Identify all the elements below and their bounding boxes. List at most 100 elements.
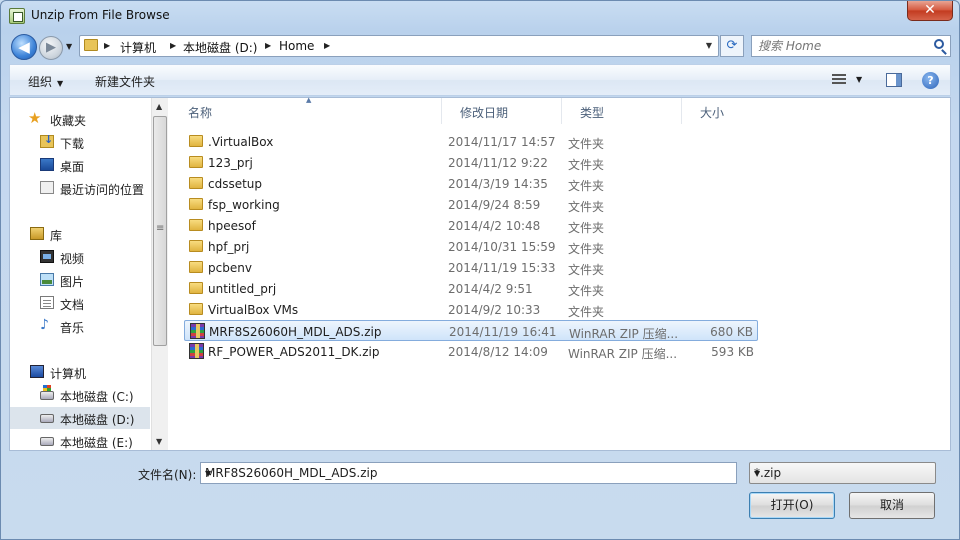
preview-pane-icon[interactable]	[886, 73, 902, 87]
scroll-down-icon[interactable]: ▼	[156, 437, 162, 446]
file-name: fsp_working	[208, 198, 280, 212]
file-name: hpeesof	[208, 219, 256, 233]
sidebar-item-label: 本地磁盘 (E:)	[60, 436, 133, 450]
sidebar-item-label: 本地磁盘 (C:)	[60, 390, 134, 404]
sidebar-item-label: 本地磁盘 (D:)	[60, 413, 135, 427]
file-name: 123_prj	[208, 156, 253, 170]
chevron-right-icon[interactable]: ▶	[104, 41, 110, 50]
cancel-button[interactable]: 取消	[849, 492, 935, 519]
list-item[interactable]: VirtualBox VMs 2014/9/2 10:33 文件夹	[184, 299, 758, 320]
file-type: 文件夹	[568, 200, 605, 214]
file-name: pcbenv	[208, 261, 252, 275]
file-type: WinRAR ZIP 压缩...	[568, 347, 678, 361]
file-name: MRF8S26060H_MDL_ADS.zip	[209, 325, 382, 339]
list-item[interactable]: hpf_prj 2014/10/31 15:59 文件夹	[184, 236, 758, 257]
drive-icon	[40, 414, 54, 423]
address-dropdown-icon[interactable]: ▼	[706, 41, 712, 50]
filename-label: 文件名(N):	[138, 468, 197, 482]
file-date: 2014/9/2 10:33	[448, 303, 541, 317]
folder-icon	[84, 39, 98, 51]
navigation-scrollbar[interactable]: ▲ ▼	[151, 98, 168, 450]
winrar-archive-icon	[189, 343, 204, 359]
new-folder-button[interactable]: 新建文件夹	[95, 73, 155, 90]
list-item[interactable]: untitled_prj 2014/4/2 9:51 文件夹	[184, 278, 758, 299]
sidebar-item-favorites[interactable]: ★ 收藏夹	[10, 108, 150, 130]
list-item[interactable]: fsp_working 2014/9/24 8:59 文件夹	[184, 194, 758, 215]
list-item[interactable]: hpeesof 2014/4/2 10:48 文件夹	[184, 215, 758, 236]
search-box[interactable]	[751, 35, 951, 57]
sidebar-item-music[interactable]: ♪ 音乐	[10, 315, 150, 337]
recent-locations-chevron-icon[interactable]: ▼	[66, 42, 72, 51]
chevron-right-icon[interactable]: ▶	[324, 41, 330, 50]
app-icon	[9, 8, 25, 24]
scroll-up-icon[interactable]: ▲	[156, 102, 162, 111]
downloads-folder-icon	[40, 133, 54, 148]
sidebar-item-drive-d[interactable]: 本地磁盘 (D:)	[10, 407, 150, 429]
chevron-down-icon[interactable]: ▼	[205, 469, 732, 478]
sidebar-item-desktop[interactable]: 桌面	[10, 154, 150, 176]
column-header-size[interactable]: 大小	[682, 98, 762, 124]
file-type: 文件夹	[568, 263, 605, 277]
list-item[interactable]: .VirtualBox 2014/11/17 14:57 文件夹	[184, 131, 758, 152]
folder-icon	[189, 303, 203, 315]
file-type: 文件夹	[568, 179, 605, 193]
sidebar-item-downloads[interactable]: 下载	[10, 131, 150, 153]
star-icon: ★	[28, 109, 42, 127]
forward-button[interactable]: ▶	[39, 36, 63, 60]
list-item[interactable]: pcbenv 2014/11/19 15:33 文件夹	[184, 257, 758, 278]
desktop-icon	[40, 158, 54, 171]
list-item[interactable]: 123_prj 2014/11/12 9:22 文件夹	[184, 152, 758, 173]
sidebar-item-drive-c[interactable]: 本地磁盘 (C:)	[10, 384, 150, 406]
filename-field[interactable]: MRF8S26060H_MDL_ADS.zip ▼	[200, 462, 737, 484]
chevron-right-icon[interactable]: ▶	[265, 41, 271, 50]
column-header-date[interactable]: 修改日期	[442, 98, 562, 124]
sidebar-item-pictures[interactable]: 图片	[10, 269, 150, 291]
close-button[interactable]: ✕	[907, 1, 953, 21]
column-header-name[interactable]: ▲ 名称	[170, 96, 442, 124]
scrollbar-thumb[interactable]	[153, 116, 167, 346]
file-type: 文件夹	[568, 137, 605, 151]
file-name: untitled_prj	[208, 282, 277, 296]
folder-icon	[189, 135, 203, 147]
sidebar-item-libraries[interactable]: 库	[10, 223, 150, 245]
sidebar-item-label: 桌面	[60, 160, 85, 174]
sidebar-item-label: 最近访问的位置	[60, 183, 145, 197]
search-input[interactable]	[758, 38, 928, 54]
title-bar: Unzip From File Browse ✕	[1, 1, 959, 31]
sidebar-item-label: 下载	[60, 137, 85, 151]
folder-icon	[189, 261, 203, 273]
breadcrumb-home[interactable]: Home	[279, 39, 314, 53]
list-item-selected[interactable]: MRF8S26060H_MDL_ADS.zip 2014/11/19 16:41…	[184, 320, 758, 341]
window-title: Unzip From File Browse	[31, 8, 170, 22]
refresh-button[interactable]: ⟳	[720, 35, 744, 57]
file-type: 文件夹	[568, 221, 605, 235]
search-icon[interactable]	[934, 39, 944, 49]
back-button[interactable]: ◀	[11, 34, 37, 60]
sidebar-item-computer[interactable]: 计算机	[10, 361, 150, 383]
command-bar: 组织 ▼ 新建文件夹 ▼ ?	[9, 64, 951, 96]
folder-icon	[189, 219, 203, 231]
file-type-filter[interactable]: *.zip ▼	[749, 462, 936, 484]
address-bar[interactable]: ▶ 计算机 ▶ 本地磁盘 (D:) ▶ Home ▶ ▼	[79, 35, 719, 57]
sidebar-item-recent-places[interactable]: 最近访问的位置	[10, 177, 150, 199]
breadcrumb-computer[interactable]: 计算机	[120, 39, 156, 56]
documents-icon	[40, 296, 54, 309]
sidebar-item-documents[interactable]: 文档	[10, 292, 150, 314]
file-name: hpf_prj	[208, 240, 250, 254]
breadcrumb-drive-d[interactable]: 本地磁盘 (D:)	[183, 39, 257, 56]
help-icon[interactable]: ?	[922, 72, 939, 89]
view-options-icon[interactable]	[832, 74, 846, 86]
list-item[interactable]: RF_POWER_ADS2011_DK.zip 2014/8/12 14:09 …	[184, 341, 758, 362]
chevron-down-icon[interactable]: ▼	[856, 75, 862, 84]
list-item[interactable]: cdssetup 2014/3/19 14:35 文件夹	[184, 173, 758, 194]
system-drive-icon	[40, 385, 54, 400]
sidebar-item-drive-e[interactable]: 本地磁盘 (E:)	[10, 430, 150, 450]
file-date: 2014/11/17 14:57	[448, 135, 556, 149]
column-header-type[interactable]: 类型	[562, 98, 682, 124]
chevron-right-icon[interactable]: ▶	[170, 41, 176, 50]
sidebar-item-label: 文档	[60, 298, 85, 312]
open-button[interactable]: 打开(O)	[749, 492, 835, 519]
sidebar-item-videos[interactable]: 视频	[10, 246, 150, 268]
organize-button[interactable]: 组织 ▼	[28, 73, 63, 90]
file-name: cdssetup	[208, 177, 263, 191]
